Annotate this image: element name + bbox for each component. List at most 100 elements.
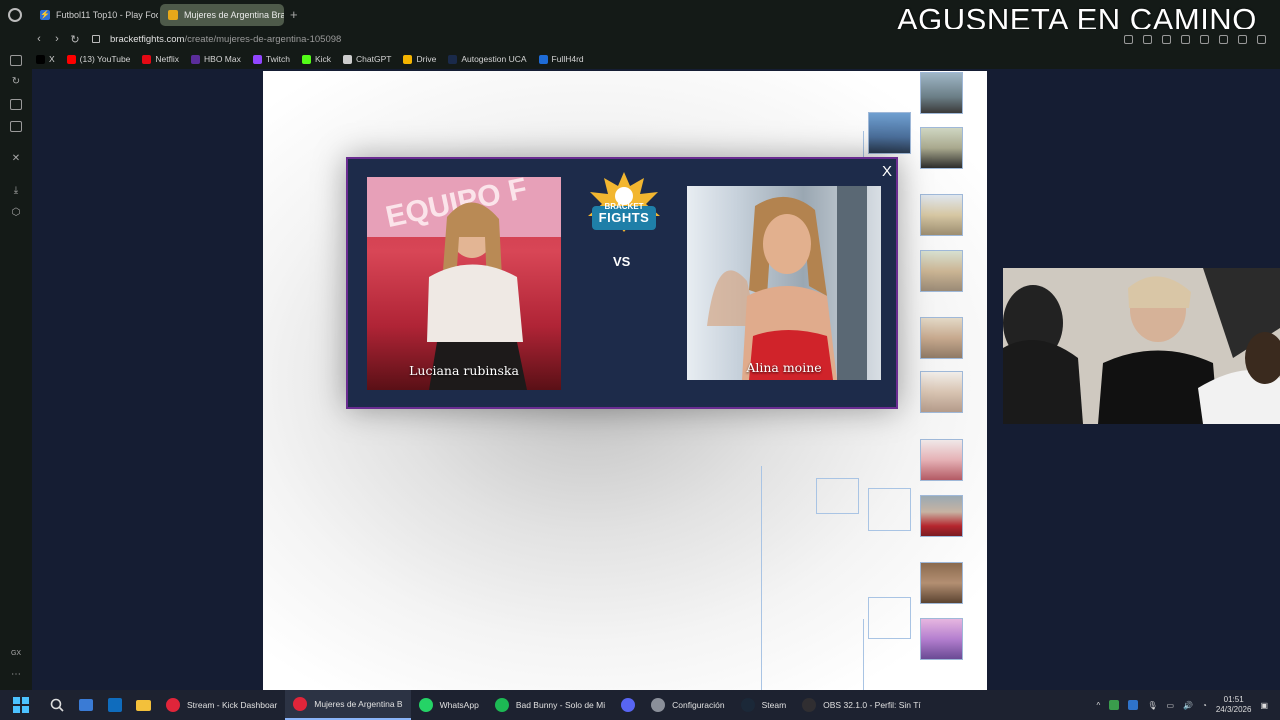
- downloads-icon[interactable]: ⤓: [10, 185, 22, 196]
- contestant-thumbnail[interactable]: [920, 618, 963, 660]
- hbo-icon: [191, 54, 201, 64]
- contestant-thumbnail[interactable]: [868, 112, 911, 154]
- taskbar-app-opera-gx[interactable]: Stream - Kick Dashboar: [158, 690, 285, 720]
- bookmark-drive[interactable]: Drive: [403, 54, 436, 64]
- contestant-thumbnail[interactable]: [920, 439, 963, 481]
- url-field[interactable]: bracketfights.com/create/mujeres-de-arge…: [110, 34, 341, 45]
- bookmark-netflix[interactable]: Netflix: [142, 54, 179, 64]
- volume-icon[interactable]: 🔊: [1183, 701, 1193, 710]
- taskbar-app-opera-gx[interactable]: Mujeres de Argentina B: [285, 690, 411, 720]
- x-sidebar-icon[interactable]: ✕: [10, 153, 22, 164]
- bookmark-kick[interactable]: Kick: [301, 54, 331, 64]
- futbol11-icon: ⚡: [40, 9, 50, 20]
- tab-label: Futbol11 Top10 - Play Foot: [56, 9, 158, 20]
- bookmark-label: Drive: [416, 54, 437, 64]
- reload-icon[interactable]: ↻: [66, 33, 84, 46]
- taskbar-app-obs[interactable]: OBS 32.1.0 - Perfil: Sin Tí: [794, 690, 929, 720]
- menu-icon[interactable]: [1257, 34, 1266, 44]
- bracket-slot[interactable]: [868, 597, 911, 639]
- tab-bracketfights[interactable]: Mujeres de Argentina Brac: [160, 3, 284, 26]
- search-icon[interactable]: [42, 698, 71, 712]
- outlook-icon[interactable]: [100, 698, 129, 712]
- lock-icon[interactable]: [92, 35, 100, 43]
- drive-icon: [403, 54, 413, 64]
- snapshot-icon[interactable]: [1143, 34, 1152, 44]
- clock-time: 01:51: [1223, 695, 1244, 704]
- download-icon[interactable]: [1219, 34, 1228, 44]
- bookmark-label: Twitch: [265, 54, 290, 64]
- gx-label[interactable]: GX: [10, 648, 22, 659]
- contestant-thumbnail[interactable]: [920, 371, 963, 413]
- wifi-icon[interactable]: ◔: [1202, 701, 1207, 710]
- taskbar-app-label: Configuración: [672, 700, 725, 710]
- steam-icon: [740, 698, 755, 712]
- taskbar-app-whatsapp[interactable]: WhatsApp: [411, 690, 487, 720]
- back-icon[interactable]: ‹: [30, 33, 48, 45]
- store-icon[interactable]: [71, 699, 100, 711]
- taskbar-clock[interactable]: 01:51 24/3/2026: [1216, 695, 1252, 715]
- bookmark-chatgpt[interactable]: ChatGPT: [343, 54, 391, 64]
- fullh4rd-icon: [538, 54, 548, 64]
- ai-icon[interactable]: [1238, 34, 1247, 44]
- windows-start-icon[interactable]: [0, 697, 42, 713]
- obs-icon: [802, 698, 817, 712]
- bracket-slot[interactable]: [868, 488, 911, 531]
- file-explorer-icon[interactable]: [129, 699, 158, 711]
- contestant-thumbnail[interactable]: [920, 250, 963, 292]
- settings-icon: [651, 698, 666, 712]
- bracket-slot[interactable]: [816, 478, 859, 514]
- opera-gx-logo-icon[interactable]: [0, 0, 30, 29]
- taskbar-app-steam[interactable]: Steam: [733, 690, 795, 720]
- outlook-glyph: [107, 698, 122, 712]
- new-tab-icon[interactable]: +: [290, 7, 298, 22]
- contestant-thumbnail[interactable]: [920, 317, 963, 359]
- bookmark-twitch[interactable]: Twitch: [252, 54, 290, 64]
- contestant-thumbnail[interactable]: [920, 72, 963, 114]
- bookmark-hbo[interactable]: HBO Max: [191, 54, 241, 64]
- security-icon[interactable]: [1109, 700, 1120, 710]
- contestant-thumbnail[interactable]: [920, 194, 963, 236]
- extension-icon[interactable]: [1124, 34, 1133, 44]
- bookmark-youtube[interactable]: (13) YouTube: [66, 54, 130, 64]
- taskbar-app-label: Stream - Kick Dashboar: [187, 700, 278, 710]
- opera-gx-icon: [166, 698, 180, 712]
- taskbar-app-discord[interactable]: [613, 690, 643, 720]
- cleaner-icon[interactable]: [10, 99, 22, 110]
- history-icon[interactable]: ↻: [10, 76, 22, 87]
- bookmarks-bar: X (13) YouTube Netflix HBO Max Twitch Kick Cha…: [0, 49, 1280, 69]
- contestant-thumbnail[interactable]: [920, 562, 963, 604]
- contestant-left-card[interactable]: EQUIPO F Luciana rubinska: [367, 177, 561, 390]
- close-button[interactable]: X: [882, 163, 892, 180]
- gx-control-icon[interactable]: [10, 55, 22, 66]
- contestant-right-photo: [707, 186, 867, 380]
- notifications-icon[interactable]: ▣: [1260, 701, 1268, 710]
- contestant-right-card[interactable]: Alina moine: [687, 186, 881, 380]
- browser-sidebar: ↻ ✕ ⤓ ⬡ GX ⋯: [0, 49, 32, 690]
- url-domain: bracketfights.com: [110, 33, 185, 45]
- bracketfights-logo: BRACKET FIGHTS: [586, 172, 662, 234]
- heart-icon[interactable]: [1200, 34, 1209, 44]
- chevron-up-icon[interactable]: ^: [1097, 701, 1101, 710]
- taskbar-app-label: OBS 32.1.0 - Perfil: Sin Tí: [823, 700, 921, 710]
- extensions-icon[interactable]: ⬡: [10, 207, 22, 218]
- webcam-feed: [1003, 268, 1280, 424]
- more-options-icon[interactable]: ⋯: [10, 669, 22, 680]
- shield-icon[interactable]: [1162, 34, 1171, 44]
- microphone-icon[interactable]: 🎙: [1147, 701, 1157, 710]
- bookmark-uca[interactable]: Autogestion UCA: [448, 54, 527, 64]
- contestant-thumbnail[interactable]: [920, 495, 963, 537]
- mail-icon[interactable]: [10, 121, 22, 132]
- contestant-thumbnail[interactable]: [920, 127, 963, 169]
- bookmark-icon[interactable]: [1181, 34, 1190, 44]
- bracket-line: [863, 619, 864, 690]
- network-icon[interactable]: ▭: [1166, 701, 1174, 710]
- bookmark-x[interactable]: X: [36, 54, 55, 64]
- taskbar-app-spotify[interactable]: Bad Bunny - Solo de Mi: [487, 690, 613, 720]
- matchup-modal: X EQUIPO F Luciana rubinska BRACKET FIGH…: [346, 157, 898, 409]
- tab-futbol11[interactable]: ⚡ Futbol11 Top10 - Play Foot: [32, 4, 158, 26]
- forward-icon[interactable]: ›: [48, 33, 66, 45]
- bookmark-fullh4rd[interactable]: FullH4rd: [538, 54, 584, 64]
- defender-icon[interactable]: [1128, 700, 1139, 710]
- taskbar-app-settings[interactable]: Configuración: [643, 690, 732, 720]
- bookmark-label: ChatGPT: [356, 54, 392, 64]
